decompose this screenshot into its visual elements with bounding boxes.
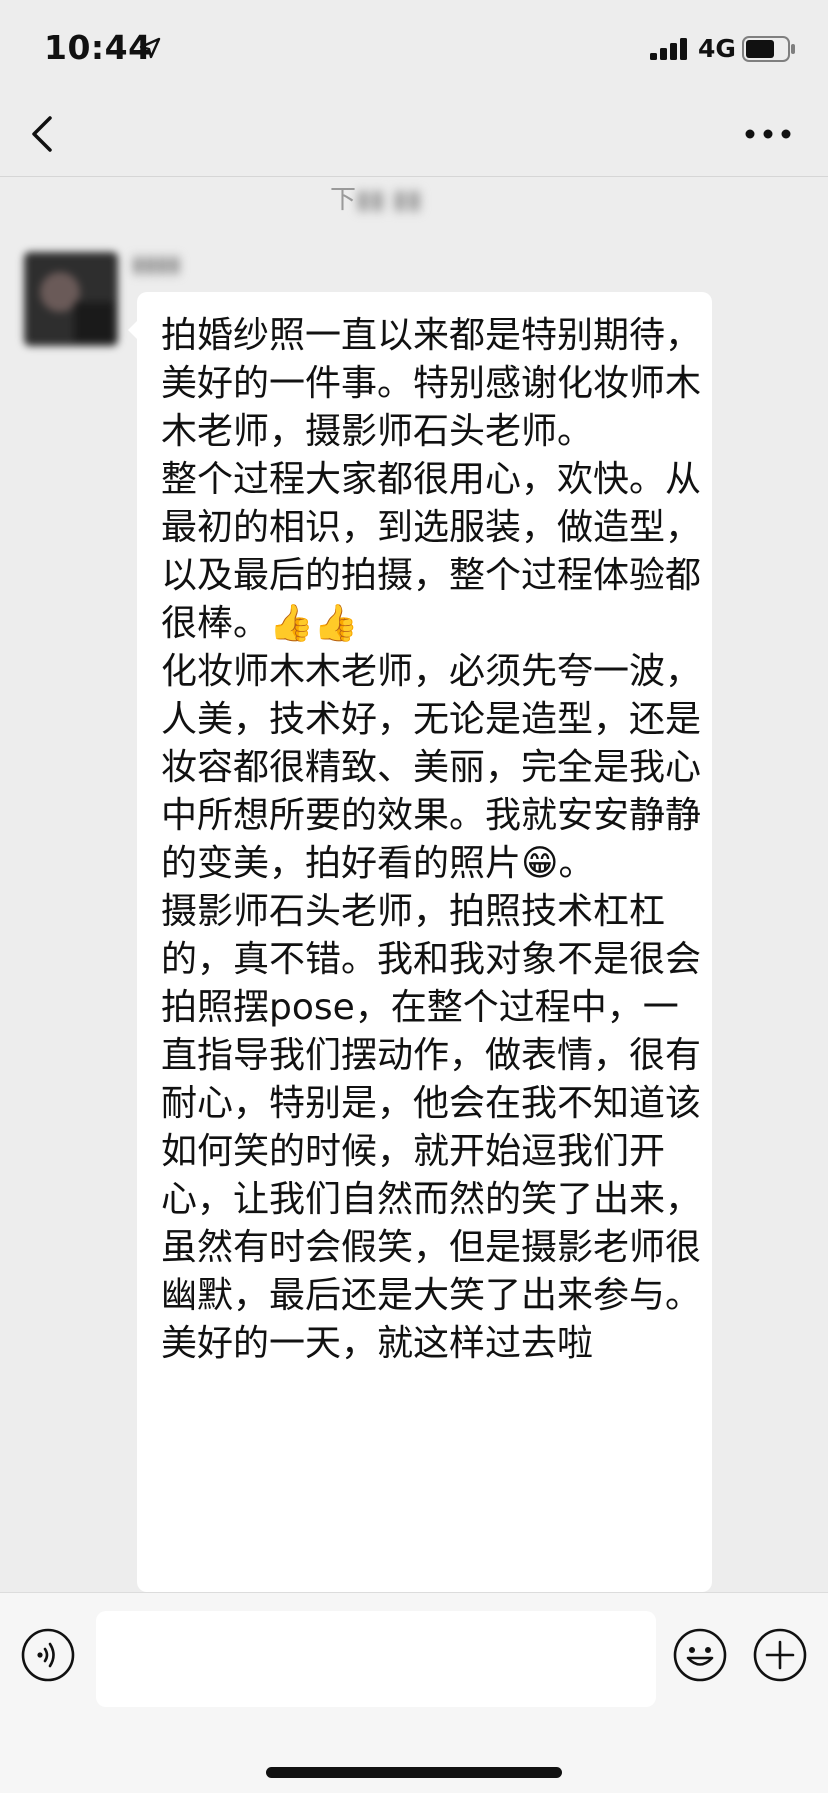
signal-bars-icon <box>650 38 687 60</box>
message-text: 拍婚纱照一直以来都是特别期待，美好的一件事。特别感谢化妆师木木老师，摄影师石头老… <box>161 315 702 1364</box>
location-arrow-icon <box>139 37 161 59</box>
timestamp-prefix: 下 <box>330 185 357 215</box>
chat-title <box>70 112 670 156</box>
message-input[interactable] <box>96 1611 656 1707</box>
timestamp-redacted: ▮▮ ▮▮ <box>356 185 422 215</box>
avatar[interactable] <box>24 252 118 346</box>
chat-header <box>0 96 828 177</box>
message-timestamp: 下▮▮ ▮▮ <box>330 180 500 220</box>
home-indicator <box>266 1767 562 1778</box>
status-time: 10:44 <box>44 28 152 67</box>
plus-icon[interactable] <box>752 1627 808 1683</box>
sender-name: ▮▮▮▮ <box>132 252 181 277</box>
input-bar <box>0 1592 828 1793</box>
voice-icon[interactable] <box>20 1627 76 1683</box>
more-dots-icon[interactable] <box>744 128 792 140</box>
status-bar: 10:44 4G <box>0 0 828 96</box>
battery-icon <box>742 36 795 62</box>
message-bubble[interactable]: 拍婚纱照一直以来都是特别期待，美好的一件事。特别感谢化妆师木木老师，摄影师石头老… <box>137 292 712 1592</box>
back-chevron-icon[interactable] <box>28 112 56 156</box>
network-type: 4G <box>698 34 736 63</box>
emoji-icon[interactable] <box>672 1627 728 1683</box>
